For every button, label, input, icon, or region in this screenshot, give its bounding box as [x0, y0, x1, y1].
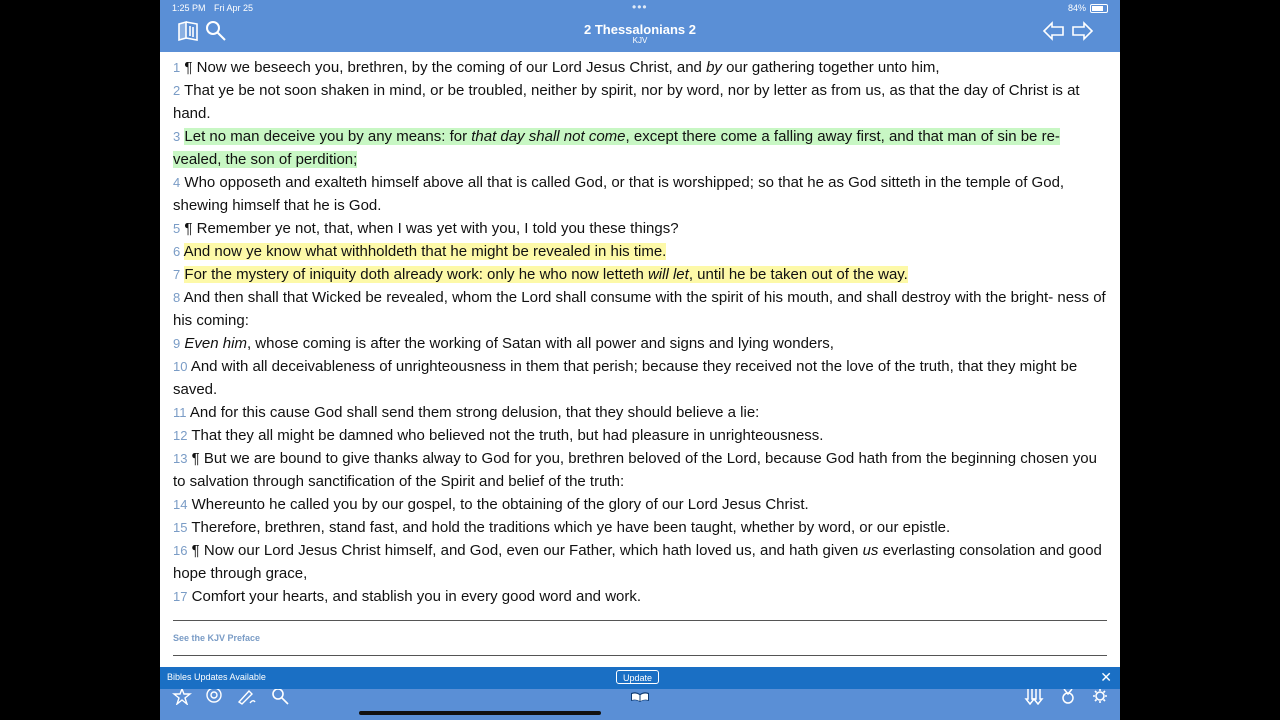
home-indicator[interactable] — [359, 711, 601, 715]
verse-number[interactable]: 15 — [173, 520, 187, 535]
verse-text: Whereunto he called you by our gospel, t… — [191, 496, 809, 513]
verse-text: And for this cause God shall send them s… — [189, 404, 760, 421]
verse-text: Comfort your hearts, and stablish you in… — [191, 588, 642, 605]
verse-3[interactable]: 3 Let no man deceive you by any means: f… — [173, 125, 1109, 171]
verse-text: That they all might be damned who believ… — [191, 427, 824, 444]
verse-number[interactable]: 9 — [173, 336, 180, 351]
verse-1[interactable]: 1 ¶ Now we beseech you, brethren, by the… — [173, 56, 1109, 79]
verse-5[interactable]: 5 ¶ Remember ye not, that, when I was ye… — [173, 217, 1109, 240]
verse-6[interactable]: 6 And now ye know what withholdeth that … — [173, 240, 1109, 263]
update-button[interactable]: Update — [616, 670, 660, 684]
status-time: 1:25 PM — [172, 3, 206, 13]
verse-text: ¶ But we are bound to give thanks alway … — [173, 450, 1097, 490]
verse-9[interactable]: 9 Even him, whose coming is after the wo… — [173, 332, 1109, 355]
verse-number[interactable]: 7 — [173, 267, 180, 282]
multitask-dots-icon[interactable]: ••• — [632, 0, 648, 14]
verse-number[interactable]: 6 — [173, 244, 180, 259]
page-title: 2 Thessalonians 2 — [584, 22, 696, 37]
verse-text: Even him, whose coming is after the work… — [184, 335, 834, 352]
arrow-forward-icon[interactable] — [1070, 20, 1094, 42]
divider — [173, 620, 1107, 621]
top-bar: 1:25 PM Fri Apr 25 ••• 84% 2 Thessalonia… — [160, 0, 1120, 52]
download-icon[interactable] — [1024, 689, 1044, 706]
battery-percent: 84% — [1067, 3, 1086, 13]
audio-icon[interactable] — [1058, 688, 1078, 705]
verse-text: ¶ Now our Lord Jesus Christ himself, and… — [173, 542, 1102, 582]
chapter-text: 1 ¶ Now we beseech you, brethren, by the… — [173, 56, 1109, 608]
verse-number[interactable]: 10 — [173, 359, 187, 374]
verse-text: And now ye know what withholdeth that he… — [183, 243, 667, 260]
verse-number[interactable]: 12 — [173, 428, 187, 443]
gear-icon[interactable] — [1090, 689, 1110, 705]
verse-text: ¶ Now we beseech you, brethren, by the c… — [184, 59, 940, 76]
battery-icon — [1090, 3, 1108, 13]
verse-15[interactable]: 15 Therefore, brethren, stand fast, and … — [173, 516, 1109, 539]
status-date: Fri Apr 25 — [214, 3, 254, 13]
preface-link[interactable]: See the KJV Preface — [173, 633, 260, 643]
search-icon[interactable] — [270, 688, 290, 705]
verse-13[interactable]: 13 ¶ But we are bound to give thanks alw… — [173, 447, 1109, 493]
verse-16[interactable]: 16 ¶ Now our Lord Jesus Christ himself, … — [173, 539, 1109, 585]
verse-text: For the mystery of iniquity doth already… — [184, 266, 908, 283]
verse-number[interactable]: 16 — [173, 543, 187, 558]
verse-number[interactable]: 13 — [173, 451, 187, 466]
verse-text: Let no man deceive you by any means: for… — [173, 128, 1060, 168]
verse-text: ¶ Remember ye not, that, when I was yet … — [184, 220, 679, 237]
status-bar-left: 1:25 PM Fri Apr 25 — [172, 3, 253, 13]
highlight-pen-icon[interactable] — [236, 689, 256, 705]
verse-number[interactable]: 1 — [173, 60, 180, 75]
chapter-header[interactable]: 2 Thessalonians 2 KJV — [490, 22, 790, 45]
verse-14[interactable]: 14 Whereunto he called you by our gospel… — [173, 493, 1109, 516]
bottom-toolbar — [160, 687, 1120, 720]
star-icon[interactable] — [172, 687, 192, 707]
verse-2[interactable]: 2 That ye be not soon shaken in mind, or… — [173, 79, 1109, 125]
verse-7[interactable]: 7 For the mystery of iniquity doth alrea… — [173, 263, 1109, 286]
verse-number[interactable]: 17 — [173, 589, 187, 604]
verse-number[interactable]: 5 — [173, 221, 180, 236]
verse-text: And then shall that Wicked be revealed, … — [173, 289, 1106, 329]
close-icon[interactable]: ✕ — [1100, 669, 1112, 686]
verse-number[interactable]: 2 — [173, 83, 180, 98]
verse-number[interactable]: 11 — [173, 405, 187, 420]
update-banner: Bibles Updates Available Update ✕ — [160, 667, 1120, 689]
verse-12[interactable]: 12 That they all might be damned who bel… — [173, 424, 1109, 447]
verse-10[interactable]: 10 And with all deceivableness of unrigh… — [173, 355, 1109, 401]
verse-4[interactable]: 4 Who opposeth and exalteth himself abov… — [173, 171, 1109, 217]
verse-17[interactable]: 17 Comfort your hearts, and stablish you… — [173, 585, 1109, 608]
verse-text: That ye be not soon shaken in mind, or b… — [173, 82, 1080, 122]
app-screen: 1:25 PM Fri Apr 25 ••• 84% 2 Thessalonia… — [160, 0, 1120, 720]
verse-text: Who opposeth and exalteth himself above … — [173, 174, 1065, 214]
search-icon[interactable] — [204, 20, 228, 42]
verse-8[interactable]: 8 And then shall that Wicked be revealed… — [173, 286, 1109, 332]
verse-text: Therefore, brethren, stand fast, and hol… — [191, 519, 951, 536]
divider — [173, 655, 1107, 656]
verse-number[interactable]: 3 — [173, 129, 180, 144]
arrow-back-icon[interactable] — [1042, 20, 1066, 42]
verse-11[interactable]: 11 And for this cause God shall send the… — [173, 401, 1109, 424]
translation-label: KJV — [632, 36, 648, 45]
banner-message: Bibles Updates Available — [167, 672, 266, 682]
book-icon[interactable] — [176, 20, 200, 42]
open-book-icon[interactable] — [630, 689, 650, 705]
status-bar-right: 84% — [1068, 3, 1108, 13]
verse-number[interactable]: 8 — [173, 290, 180, 305]
note-icon[interactable] — [204, 687, 224, 705]
verse-text: And with all deceivableness of unrighteo… — [173, 358, 1078, 398]
verse-number[interactable]: 4 — [173, 175, 180, 190]
verse-number[interactable]: 14 — [173, 497, 187, 512]
